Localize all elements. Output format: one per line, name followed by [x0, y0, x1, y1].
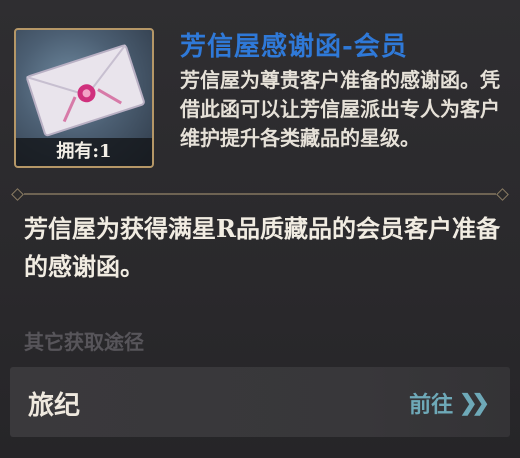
- item-detail-text: 芳信屋为获得满星R品质藏品的会员客户准备的感谢函。: [24, 214, 500, 281]
- goto-button[interactable]: 前往 ❯❯: [409, 387, 490, 419]
- section-divider: [10, 188, 510, 201]
- item-title: 芳信屋感谢函-会员: [180, 32, 408, 62]
- goto-label: 前往: [409, 392, 454, 418]
- item-detail-panel: 拥有:1 芳信屋感谢函-会员 芳信屋为尊贵客户准备的感谢函。凭借此函可以让芳信屋…: [0, 0, 520, 458]
- item-count-label: 拥有:1: [16, 138, 152, 166]
- item-thumbnail: 拥有:1: [14, 28, 154, 168]
- other-sources-label: 其它获取途径: [24, 330, 144, 354]
- item-description: 芳信屋为尊贵客户准备的感谢函。凭借此函可以让芳信屋派出专人为客户维护提升各类藏品…: [180, 68, 500, 150]
- double-chevron-right-icon: ❯❯: [459, 390, 490, 416]
- source-name: 旅纪: [28, 391, 81, 421]
- divider-diamond-right: [496, 188, 509, 201]
- divider-diamond-left: [11, 188, 24, 201]
- source-row-travel: 旅纪 前往 ❯❯: [10, 367, 510, 437]
- divider-line: [24, 193, 496, 195]
